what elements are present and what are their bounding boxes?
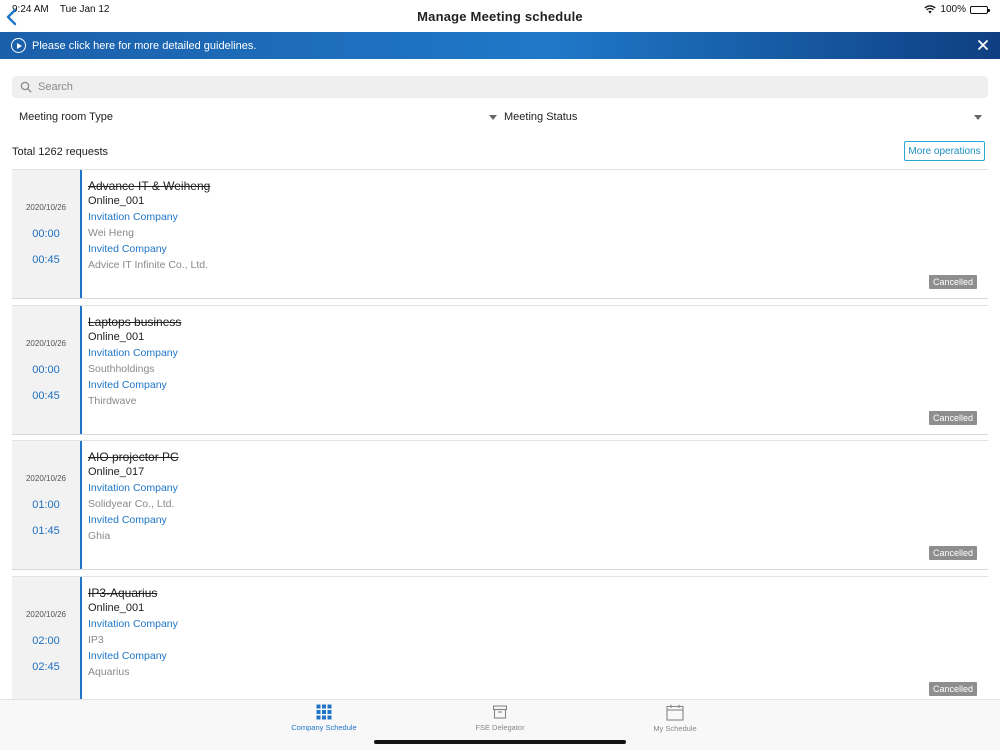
tab-fse-delegator[interactable]: FSE Delegator	[445, 704, 555, 738]
invitation-company-label: Invitation Company	[88, 482, 178, 494]
meeting-name: Laptops business	[88, 314, 182, 329]
meeting-date: 2020/10/26	[25, 474, 67, 483]
meeting-name: IP3-Aquarius	[88, 585, 158, 600]
meeting-start-time: 00:00	[32, 228, 60, 240]
invitation-company-label: Invitation Company	[88, 617, 178, 630]
invited-company-value: Ghia	[88, 530, 111, 542]
meeting-room: Online_001	[88, 601, 145, 614]
meeting-date: 2020/10/26	[25, 609, 67, 619]
meeting-time-column: 2020/10/26 00:00 00:45	[12, 305, 80, 434]
meeting-info: AIO projector PC Online_017 Invitation C…	[88, 449, 179, 544]
search-icon	[20, 81, 32, 93]
meeting-card[interactable]: 2020/10/26 00:00 00:45 Laptops business …	[12, 304, 988, 435]
calendar-icon	[666, 704, 684, 721]
guidelines-banner[interactable]: Please click here for more detailed guid…	[0, 32, 1000, 59]
grid-icon	[316, 704, 332, 720]
close-icon[interactable]	[976, 38, 990, 52]
caret-down-icon	[974, 115, 982, 120]
invitation-company-label: Invitation Company	[88, 346, 178, 359]
meeting-time-column: 2020/10/26 00:00 00:45	[12, 170, 80, 298]
meeting-end-time: 02:45	[32, 660, 60, 673]
invited-company-label: Invited Company	[88, 378, 167, 391]
meeting-end-time: 00:45	[32, 389, 60, 402]
meeting-end-time: 00:45	[32, 254, 60, 266]
meeting-card[interactable]: 2020/10/26 00:00 00:45 Advance IT & Weih…	[12, 169, 988, 299]
meeting-name: Advance IT & Weiheng	[88, 179, 211, 193]
meeting-card[interactable]: 2020/10/26 01:00 01:45 AIO projector PC …	[12, 440, 988, 570]
meeting-card[interactable]: 2020/10/26 02:00 02:45 IP3-Aquarius Onli…	[12, 575, 988, 699]
meeting-status-label: Meeting Status	[504, 111, 578, 123]
meeting-start-time: 01:00	[32, 499, 60, 511]
card-accent-bar	[80, 441, 82, 569]
meeting-time-column: 2020/10/26 02:00 02:45	[12, 576, 80, 699]
archive-box-icon	[492, 705, 508, 719]
status-badge: Cancelled	[928, 410, 977, 425]
invited-company-label: Invited Company	[88, 243, 167, 255]
tab-my-schedule[interactable]: My Schedule	[620, 704, 730, 738]
meeting-name: AIO projector PC	[88, 450, 179, 464]
tab-label: Company Schedule	[291, 723, 357, 732]
tab-company-schedule[interactable]: Company Schedule	[269, 704, 379, 738]
meeting-room: Online_001	[88, 195, 145, 207]
card-accent-bar	[80, 576, 82, 699]
meeting-time-column: 2020/10/26 01:00 01:45	[12, 441, 80, 569]
total-requests-count: Total 1262 requests	[12, 146, 109, 158]
invitation-company-value: Southholdings	[88, 362, 155, 375]
status-badge: Cancelled	[928, 546, 977, 560]
home-indicator	[374, 740, 626, 744]
tab-label: FSE Delegator	[475, 723, 525, 732]
meeting-room: Online_001	[88, 330, 145, 343]
invitation-company-value: IP3	[88, 633, 104, 646]
invitation-company-value: Wei Heng	[88, 227, 134, 239]
status-badge: Cancelled	[928, 275, 977, 289]
invitation-company-value: Solidyear Co., Ltd.	[88, 498, 175, 510]
invited-company-value: Aquarius	[88, 665, 130, 678]
invited-company-value: Thirdwave	[88, 394, 137, 407]
status-badge: Cancelled	[928, 681, 977, 696]
invitation-company-label: Invitation Company	[88, 211, 178, 223]
meeting-info: IP3-Aquarius Online_001 Invitation Compa…	[88, 585, 178, 680]
card-accent-bar	[80, 305, 82, 434]
meeting-status-dropdown[interactable]: Meeting Status	[504, 108, 982, 126]
meeting-date: 2020/10/26	[25, 203, 67, 212]
navigation-bar: Manage Meeting schedule	[0, 0, 1000, 32]
tab-label: My Schedule	[653, 724, 697, 733]
invited-company-label: Invited Company	[88, 649, 167, 662]
meeting-room: Online_017	[88, 466, 145, 478]
caret-down-icon	[489, 115, 497, 120]
invited-company-value: Advice IT Infinite Co., Ltd.	[88, 259, 209, 271]
invited-company-label: Invited Company	[88, 514, 167, 526]
meeting-list[interactable]: 2020/10/26 00:00 00:45 Advance IT & Weih…	[12, 169, 988, 699]
page-title: Manage Meeting schedule	[417, 9, 583, 24]
meeting-start-time: 02:00	[32, 634, 60, 647]
search-input[interactable]	[38, 81, 938, 93]
meeting-room-type-label: Meeting room Type	[19, 111, 113, 123]
guidelines-banner-text: Please click here for more detailed guid…	[32, 39, 257, 52]
card-accent-bar	[80, 170, 82, 298]
more-operations-button[interactable]: More operations	[904, 141, 985, 161]
play-circle-icon	[11, 38, 26, 53]
meeting-room-type-dropdown[interactable]: Meeting room Type	[19, 108, 497, 126]
meeting-date: 2020/10/26	[25, 338, 67, 348]
meeting-end-time: 01:45	[32, 525, 60, 537]
meeting-start-time: 00:00	[32, 363, 60, 376]
search-bar[interactable]	[12, 76, 988, 98]
meeting-info: Laptops business Online_001 Invitation C…	[88, 314, 181, 409]
meeting-info: Advance IT & Weiheng Online_001 Invitati…	[88, 178, 210, 273]
